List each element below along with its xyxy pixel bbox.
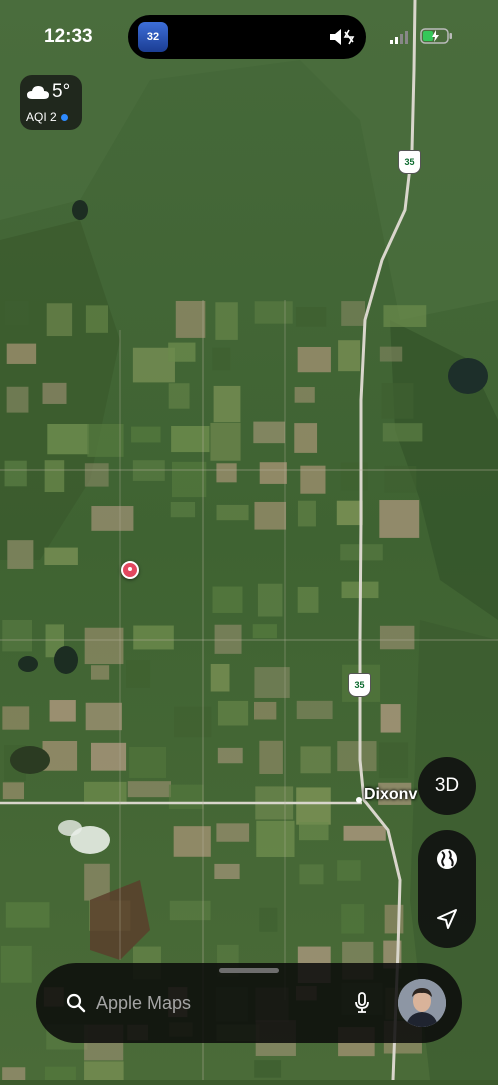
3d-view-button[interactable]: 3D [418, 757, 476, 815]
weather-temperature: 5° [52, 81, 71, 102]
battery-icon [420, 28, 452, 44]
weather-widget[interactable]: 5° AQI 2 [20, 75, 82, 130]
search-input[interactable]: Apple Maps [96, 993, 191, 1014]
search-sheet[interactable]: Apple Maps [36, 963, 462, 1043]
cloud-icon [27, 86, 49, 99]
avatar[interactable] [398, 979, 446, 1027]
signal-icon [390, 31, 408, 44]
map-controls [418, 830, 476, 948]
speaker-mute-icon [330, 29, 355, 45]
location-arrow-icon[interactable] [434, 906, 460, 932]
highway-shield[interactable]: 35 [348, 673, 371, 697]
map-pin[interactable] [121, 561, 139, 579]
aqi-status-dot [60, 113, 68, 121]
highway-shield[interactable]: 35 [398, 150, 421, 174]
status-time: 12:33 [44, 26, 93, 47]
sheet-grabber[interactable] [219, 968, 279, 973]
search-icon [66, 993, 86, 1013]
live-activity-app-icon[interactable]: 32 [138, 22, 168, 52]
microphone-icon[interactable] [352, 992, 372, 1014]
dynamic-island[interactable]: 32 [128, 15, 366, 59]
place-dot [356, 797, 362, 803]
place-label[interactable]: Dixonv [364, 786, 417, 804]
globe-icon[interactable] [434, 846, 460, 872]
aqi-label: AQI 2 [26, 110, 57, 124]
